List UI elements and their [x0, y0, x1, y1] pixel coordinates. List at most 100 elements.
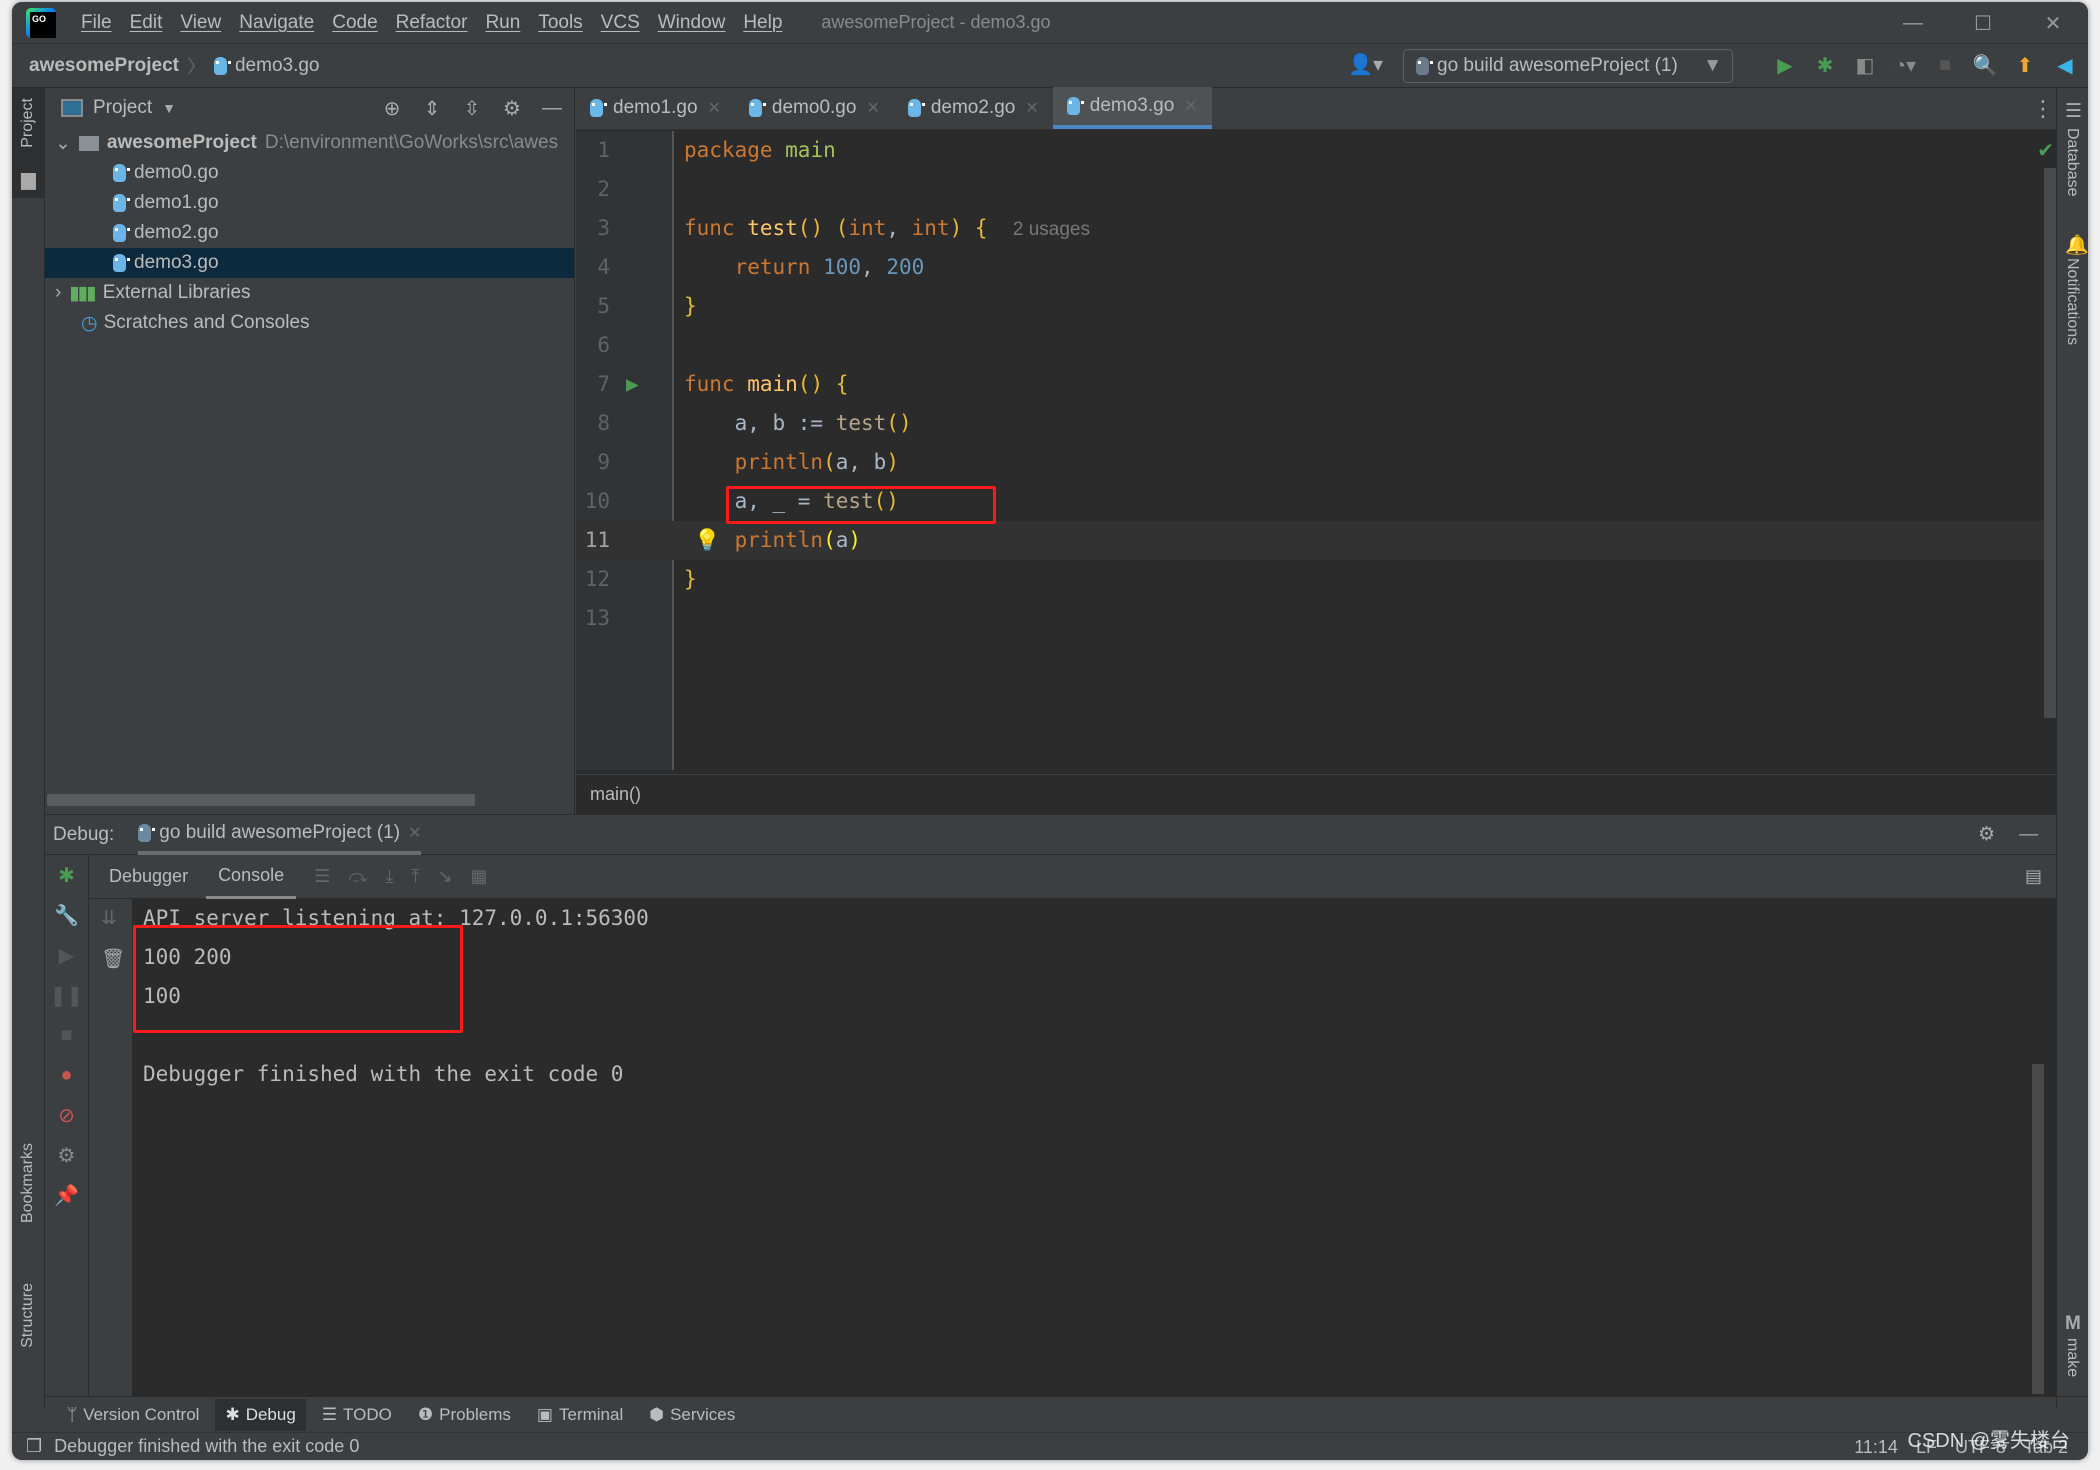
menu-edit[interactable]: Edit: [121, 12, 172, 34]
search-icon[interactable]: 🔍: [1972, 50, 1998, 80]
collapse-all-icon[interactable]: ⇳: [460, 94, 484, 122]
tree-external-libraries[interactable]: › ▮▮▮ External Libraries: [45, 278, 574, 308]
usages-hint[interactable]: 2 usages: [1013, 219, 1090, 240]
breadcrumb-project[interactable]: awesomeProject: [29, 55, 179, 77]
user-icon[interactable]: 👤▾: [1348, 52, 1383, 77]
code-with-me-icon[interactable]: ◀: [2052, 50, 2078, 80]
chevron-right-icon[interactable]: ›: [55, 282, 61, 304]
step-over-icon[interactable]: ⤼: [348, 866, 367, 887]
coverage-icon[interactable]: ◧: [1852, 50, 1878, 80]
expand-all-icon[interactable]: ⇕: [420, 94, 444, 122]
run-gutter-icon[interactable]: ▶: [626, 365, 639, 404]
menu-help[interactable]: Help: [734, 12, 791, 34]
menu-code[interactable]: Code: [323, 12, 386, 34]
project-tool-tab[interactable]: Project ▆: [12, 88, 45, 198]
tab-terminal[interactable]: ▣ Terminal: [527, 1399, 633, 1431]
close-icon[interactable]: ✕: [708, 98, 721, 118]
tab-demo0[interactable]: demo0.go ✕: [735, 87, 894, 129]
pin-icon[interactable]: 📌: [45, 1175, 88, 1215]
breadcrumb-file[interactable]: demo3.go: [235, 55, 320, 77]
chevron-down-icon[interactable]: ⌄: [55, 132, 71, 155]
hide-icon[interactable]: —: [2019, 824, 2038, 846]
tab-version-control[interactable]: ᛘ Version Control: [57, 1399, 209, 1431]
profile-icon[interactable]: ◔▾: [1892, 50, 1918, 80]
vertical-scrollbar[interactable]: [2044, 168, 2056, 718]
tree-file[interactable]: demo2.go: [45, 218, 574, 248]
tree-file[interactable]: demo1.go: [45, 188, 574, 218]
caret-position[interactable]: 11:14: [1854, 1437, 1898, 1458]
console-output[interactable]: API server listening at: 127.0.0.1:56300…: [133, 899, 2056, 1396]
code-text[interactable]: println(a): [684, 521, 861, 560]
close-icon[interactable]: ✕: [1184, 96, 1197, 116]
scroll-to-end-icon[interactable]: ⇊: [101, 907, 117, 930]
tree-file[interactable]: demo0.go: [45, 158, 574, 188]
hide-icon[interactable]: —: [540, 94, 564, 122]
tree-root[interactable]: ⌄ awesomeProject D:\environment\GoWorks\…: [45, 128, 574, 158]
notifications-tab[interactable]: Notifications: [2063, 258, 2081, 345]
database-tab[interactable]: Database: [2063, 128, 2081, 197]
breadcrumb-function[interactable]: main(): [590, 784, 641, 805]
step-into-icon[interactable]: ⤓: [386, 866, 394, 887]
tab-console[interactable]: Console: [206, 855, 297, 899]
menu-navigate[interactable]: Navigate: [230, 12, 323, 34]
tab-demo1[interactable]: demo1.go ✕: [576, 87, 735, 129]
tab-debugger[interactable]: Debugger: [109, 866, 188, 887]
locate-icon[interactable]: ⊕: [380, 94, 404, 122]
code-text[interactable]: a, b := test(): [684, 404, 912, 443]
close-icon[interactable]: ✕: [1025, 98, 1038, 118]
bookmarks-tab[interactable]: Bookmarks: [19, 1143, 37, 1223]
close-icon[interactable]: ✕: [408, 823, 421, 843]
threads-icon[interactable]: ☰: [314, 866, 330, 887]
menu-vcs[interactable]: VCS: [592, 12, 649, 34]
view-breakpoints-icon[interactable]: ●: [45, 1055, 88, 1095]
gear-icon[interactable]: ⚙: [1978, 823, 1995, 846]
pause-icon[interactable]: ❚❚: [45, 975, 88, 1015]
rerun-debug-icon[interactable]: ✱: [45, 855, 88, 895]
close-button[interactable]: ✕: [2018, 2, 2088, 44]
menu-window[interactable]: Window: [649, 12, 735, 34]
modify-config-icon[interactable]: 🔧: [45, 895, 88, 935]
status-message[interactable]: Debugger finished with the exit code 0: [54, 1436, 359, 1457]
stop-icon[interactable]: ■: [1932, 50, 1958, 80]
code-text[interactable]: }: [684, 560, 697, 599]
evaluate-icon[interactable]: ▦: [471, 866, 488, 887]
tab-problems[interactable]: ❶ Problems: [408, 1399, 521, 1431]
make-tab[interactable]: make: [2063, 1338, 2081, 1377]
code-text[interactable]: func test() (int, int) { 2 usages: [684, 209, 1090, 249]
close-icon[interactable]: ✕: [866, 98, 879, 118]
layout-icon[interactable]: ▤: [2025, 866, 2042, 887]
mute-breakpoints-icon[interactable]: ⊘: [45, 1095, 88, 1135]
code-text[interactable]: }: [684, 287, 697, 326]
tree-file-selected[interactable]: demo3.go: [45, 248, 574, 278]
chevron-down-icon[interactable]: ▼: [162, 100, 176, 116]
tab-demo2[interactable]: demo2.go ✕: [894, 87, 1053, 129]
code-text[interactable]: package main: [684, 131, 836, 170]
step-out-icon[interactable]: ⤒: [411, 866, 419, 887]
menu-view[interactable]: View: [171, 12, 230, 34]
settings-icon[interactable]: ⚙: [45, 1135, 88, 1175]
minimize-button[interactable]: —: [1878, 2, 1948, 44]
stop-icon[interactable]: ■: [45, 1015, 88, 1055]
tree-scratches[interactable]: ◷ Scratches and Consoles: [45, 308, 574, 338]
tab-demo3[interactable]: demo3.go ✕: [1052, 87, 1212, 129]
menu-tools[interactable]: Tools: [529, 12, 591, 34]
code-text[interactable]: return 100, 200: [684, 248, 925, 287]
menu-file[interactable]: File: [72, 12, 121, 34]
more-tabs-icon[interactable]: ⋮: [2032, 96, 2054, 122]
trash-icon[interactable]: 🗑: [101, 947, 125, 971]
horizontal-scrollbar[interactable]: [47, 794, 475, 806]
debug-icon[interactable]: ✱: [1812, 50, 1838, 80]
tab-services[interactable]: ⬢ Services: [639, 1399, 745, 1431]
structure-tab[interactable]: Structure: [19, 1283, 37, 1348]
menu-refactor[interactable]: Refactor: [387, 12, 477, 34]
update-icon[interactable]: ⬆: [2012, 50, 2038, 80]
debug-session-tab[interactable]: go build awesomeProject (1) ✕: [138, 815, 422, 855]
tab-todo[interactable]: ☰ TODO: [312, 1399, 402, 1431]
resume-icon[interactable]: ▶: [45, 935, 88, 975]
run-to-cursor-icon[interactable]: ↘: [437, 866, 452, 887]
tab-debug[interactable]: ✱ Debug: [215, 1398, 306, 1431]
code-text[interactable]: println(a, b): [684, 443, 899, 482]
run-icon[interactable]: ▶: [1772, 50, 1798, 80]
maximize-button[interactable]: ☐: [1948, 2, 2018, 44]
menu-run[interactable]: Run: [476, 12, 529, 34]
